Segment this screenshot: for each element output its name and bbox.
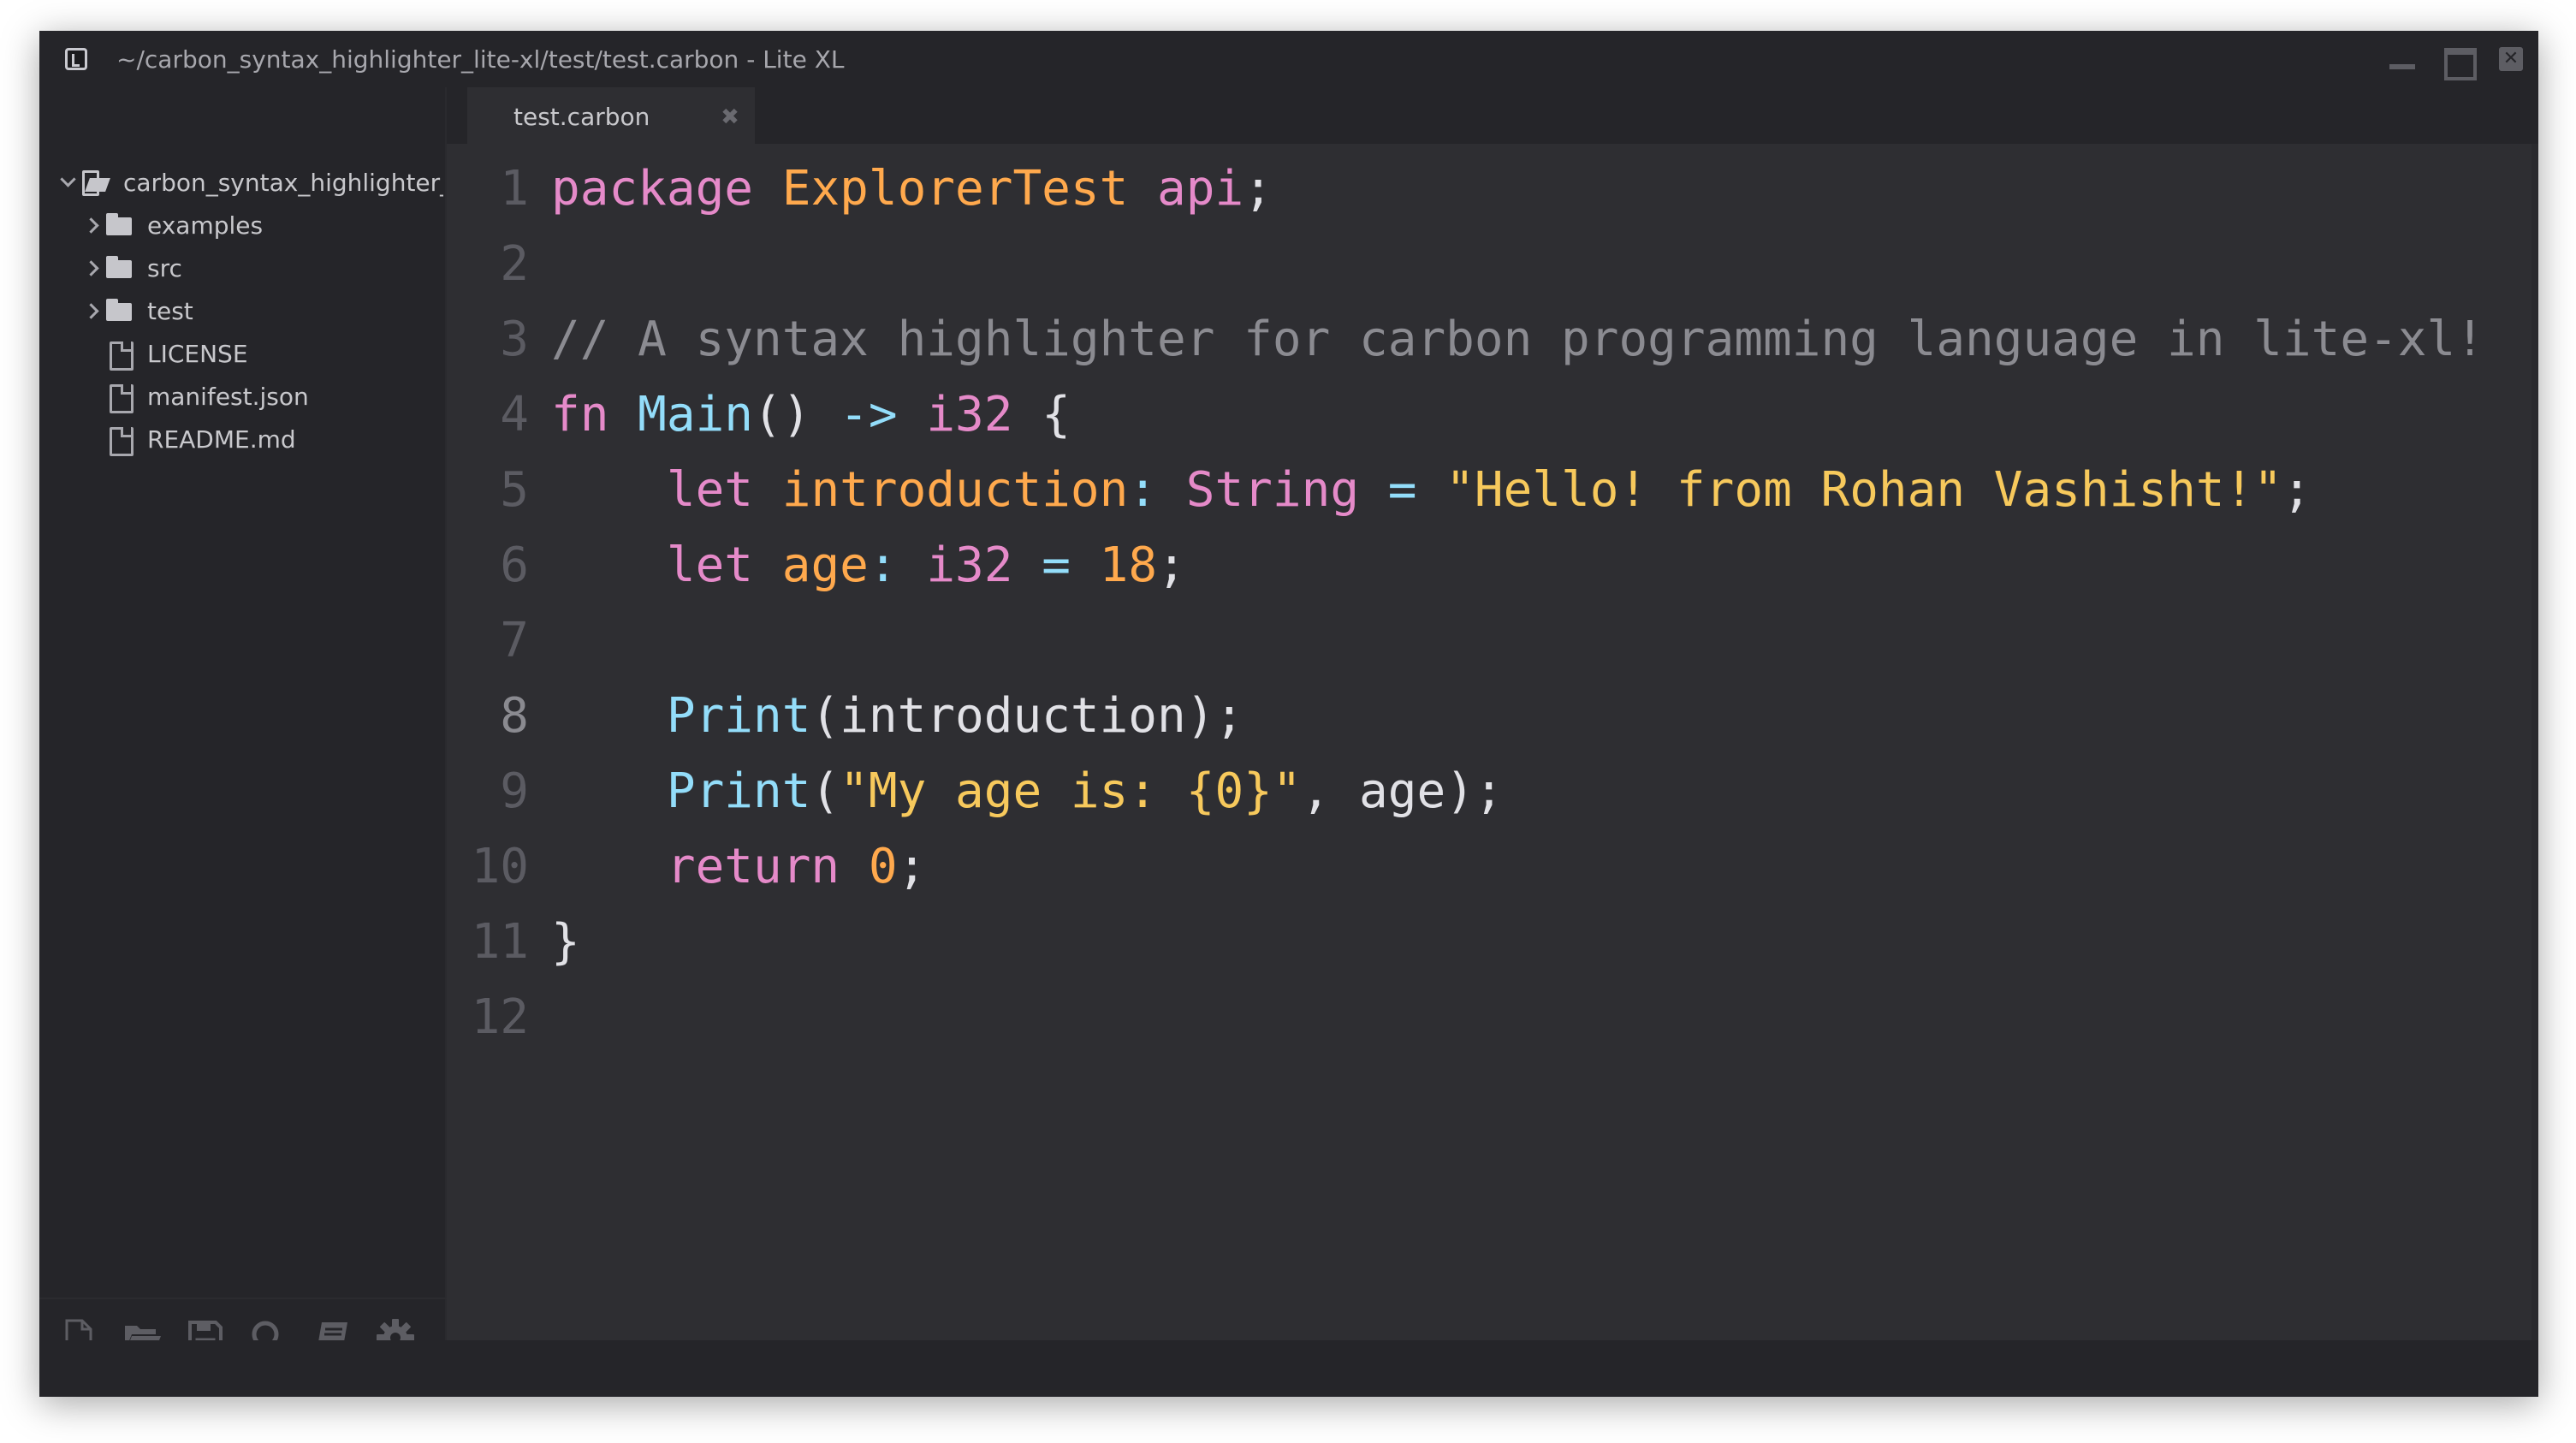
- code-comment: // A syntax highlighter for carbon progr…: [551, 311, 2484, 367]
- line-number: 1: [500, 160, 529, 217]
- window-controls: [2374, 31, 2538, 87]
- tree-root-label: carbon_syntax_highlighter_: [123, 168, 443, 197]
- code-line: 12: [447, 979, 2538, 1054]
- chevron-right-icon: [82, 289, 103, 332]
- editor-window: ~/carbon_syntax_highlighter_lite-xl/test…: [39, 31, 2538, 1397]
- line-number: 8: [500, 687, 529, 744]
- close-window-icon[interactable]: [2484, 31, 2538, 87]
- folder-icon: [106, 256, 134, 280]
- folder-icon: [106, 299, 134, 323]
- folder-icon: [106, 213, 134, 237]
- tree-item-label: README.md: [147, 425, 296, 454]
- lite-xl-app-icon: [65, 48, 87, 70]
- tree-item-test[interactable]: test: [82, 289, 193, 332]
- code-text: let introduction: String = "Hello! from …: [666, 461, 2312, 518]
- line-number: 6: [500, 537, 529, 593]
- line-number: 12: [471, 989, 529, 1045]
- title-bar[interactable]: ~/carbon_syntax_highlighter_lite-xl/test…: [39, 31, 2538, 87]
- tab-bar: test.carbon ✖: [447, 87, 2538, 144]
- code-text: }: [551, 913, 580, 970]
- code-line: 5 let introduction: String = "Hello! fro…: [447, 452, 2538, 527]
- chevron-right-icon: [82, 204, 103, 246]
- file-tree-sidebar: carbon_syntax_highlighter_ examples src …: [39, 87, 447, 1357]
- line-number: 5: [500, 461, 529, 518]
- tree-root-folder[interactable]: carbon_syntax_highlighter_: [58, 161, 443, 204]
- tree-item-src[interactable]: src: [82, 246, 182, 289]
- line-number: 11: [471, 913, 529, 970]
- tab-label: test.carbon: [513, 102, 650, 131]
- tab-test-carbon[interactable]: test.carbon ✖: [467, 87, 755, 144]
- tree-item-examples[interactable]: examples: [82, 204, 263, 246]
- code-line: 9 Print("My age is: {0}", age);: [447, 753, 2538, 828]
- code-line: 2: [447, 226, 2538, 301]
- line-number: 4: [500, 386, 529, 442]
- line-number: 3: [500, 311, 529, 367]
- tree-item-label: src: [147, 253, 182, 282]
- tree-item-label: LICENSE: [147, 339, 248, 368]
- file-icon: [106, 384, 134, 413]
- tree-item-label: manifest.json: [147, 382, 309, 411]
- code-text: fn Main() -> i32 {: [551, 386, 1071, 442]
- code-line: 11 }: [447, 904, 2538, 979]
- line-number: 10: [471, 838, 529, 894]
- maximize-icon[interactable]: [2429, 31, 2484, 87]
- file-icon: [106, 427, 134, 456]
- tree-item-license[interactable]: LICENSE: [103, 332, 248, 375]
- code-line: 3 // A syntax highlighter for carbon pro…: [447, 301, 2538, 377]
- chevron-right-icon: [82, 246, 103, 289]
- code-text: return 0;: [666, 838, 927, 894]
- code-line: 6 let age: i32 = 18;: [447, 527, 2538, 603]
- chevron-down-icon: [58, 161, 79, 204]
- tree-item-label: test: [147, 296, 193, 325]
- code-line: 10 return 0;: [447, 828, 2538, 904]
- code-editor[interactable]: 1 package ExplorerTest api; 2 3 // A syn…: [447, 144, 2538, 1340]
- tree-item-manifest[interactable]: manifest.json: [103, 375, 309, 418]
- code-text: let age: i32 = 18;: [666, 537, 1186, 593]
- tree-item-label: examples: [147, 211, 264, 240]
- line-number: 9: [500, 763, 529, 819]
- line-number: 2: [500, 235, 529, 292]
- line-number: 7: [500, 612, 529, 668]
- code-text: package ExplorerTest api;: [551, 160, 1273, 217]
- code-line: 4 fn Main() -> i32 {: [447, 377, 2538, 452]
- tab-close-icon[interactable]: ✖: [717, 104, 743, 130]
- code-line: 1 package ExplorerTest api;: [447, 151, 2538, 226]
- code-text: Print(introduction);: [666, 687, 1244, 744]
- editor-scrollbar[interactable]: [2531, 144, 2538, 1340]
- minimize-icon[interactable]: [2374, 31, 2429, 87]
- folder-open-icon: [82, 170, 110, 196]
- code-text: Print("My age is: {0}", age);: [666, 763, 1504, 819]
- file-icon: [106, 341, 134, 371]
- code-line: 8 Print(introduction);: [447, 678, 2538, 753]
- status-bar: [39, 1340, 2538, 1397]
- window-title: ~/carbon_syntax_highlighter_lite-xl/test…: [116, 45, 845, 74]
- tree-item-readme[interactable]: README.md: [103, 418, 296, 460]
- code-line: 7: [447, 603, 2538, 678]
